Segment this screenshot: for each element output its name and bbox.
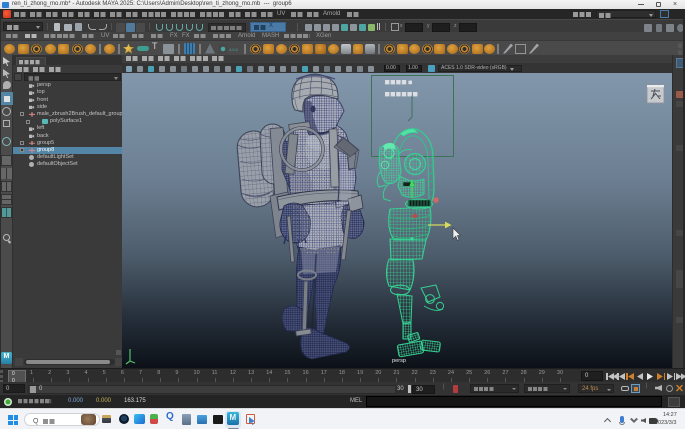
svg-text:persp: persp — [392, 358, 406, 364]
